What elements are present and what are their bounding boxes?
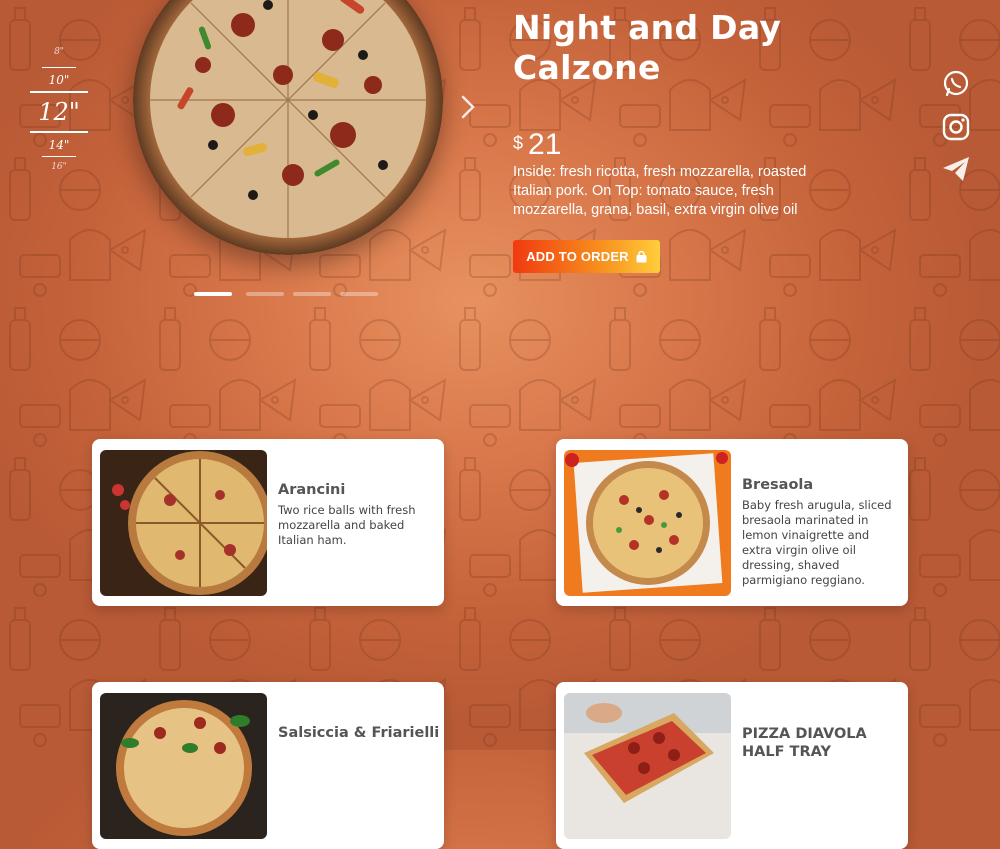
divider bbox=[30, 131, 88, 133]
product-title-line-2: Calzone bbox=[513, 48, 661, 87]
menu-card[interactable]: Bresaola Baby fresh arugula, sliced bres… bbox=[556, 439, 908, 606]
size-option[interactable]: 8" bbox=[20, 47, 98, 57]
product-title-line-1: Night and Day bbox=[513, 8, 782, 47]
product-description: Inside: fresh ricotta, fresh mozzarella,… bbox=[513, 164, 807, 218]
carousel-dot[interactable] bbox=[293, 292, 331, 296]
add-to-order-button[interactable]: ADD TO ORDER bbox=[513, 240, 660, 273]
size-option-selected[interactable]: 12" bbox=[20, 98, 98, 126]
divider bbox=[42, 156, 76, 157]
menu-item-description: Two rice balls with fresh mozzarella and… bbox=[278, 503, 416, 547]
menu-item-image bbox=[564, 693, 731, 839]
menu-card[interactable]: Salsiccia & Friarielli bbox=[92, 682, 444, 849]
menu-item-name: PIZZA DIAVOLA HALF TRAY bbox=[742, 726, 867, 760]
menu-item-name: Salsiccia & Friarielli bbox=[278, 725, 440, 741]
menu-item-image bbox=[100, 693, 267, 839]
carousel-dot-active[interactable] bbox=[194, 292, 232, 296]
whatsapp-icon[interactable] bbox=[940, 68, 972, 100]
size-option[interactable]: 14" bbox=[20, 138, 98, 152]
add-to-order-label: ADD TO ORDER bbox=[526, 249, 629, 264]
menu-card[interactable]: Arancini Two rice balls with fresh mozza… bbox=[92, 439, 444, 606]
chevron-right-icon[interactable] bbox=[458, 92, 478, 122]
size-option[interactable]: 16" bbox=[20, 162, 98, 172]
carousel-dot[interactable] bbox=[340, 292, 378, 296]
size-option[interactable]: 10" bbox=[20, 73, 98, 87]
product-title: Night and Day Calzone bbox=[513, 0, 873, 88]
menu-item-image bbox=[100, 450, 267, 596]
product-price: $21 bbox=[513, 128, 561, 162]
menu-card[interactable]: PIZZA DIAVOLA HALF TRAY bbox=[556, 682, 908, 849]
menu-item-description: Baby fresh arugula, sliced bresaola mari… bbox=[742, 498, 892, 587]
menu-item-name: Bresaola bbox=[742, 477, 814, 493]
shopping-bag-icon bbox=[636, 250, 647, 262]
currency-symbol: $ bbox=[513, 133, 524, 153]
menu-item-image bbox=[564, 450, 731, 596]
size-selector: 8" 10" 12" 14" 16" bbox=[20, 40, 98, 180]
price-amount: 21 bbox=[528, 128, 562, 161]
menu-item-name: Arancini bbox=[278, 482, 346, 498]
carousel-indicators bbox=[194, 292, 384, 298]
carousel-dot[interactable] bbox=[246, 292, 284, 296]
instagram-icon[interactable] bbox=[940, 111, 972, 143]
divider bbox=[42, 67, 76, 68]
telegram-icon[interactable] bbox=[940, 153, 972, 185]
divider bbox=[30, 91, 88, 93]
